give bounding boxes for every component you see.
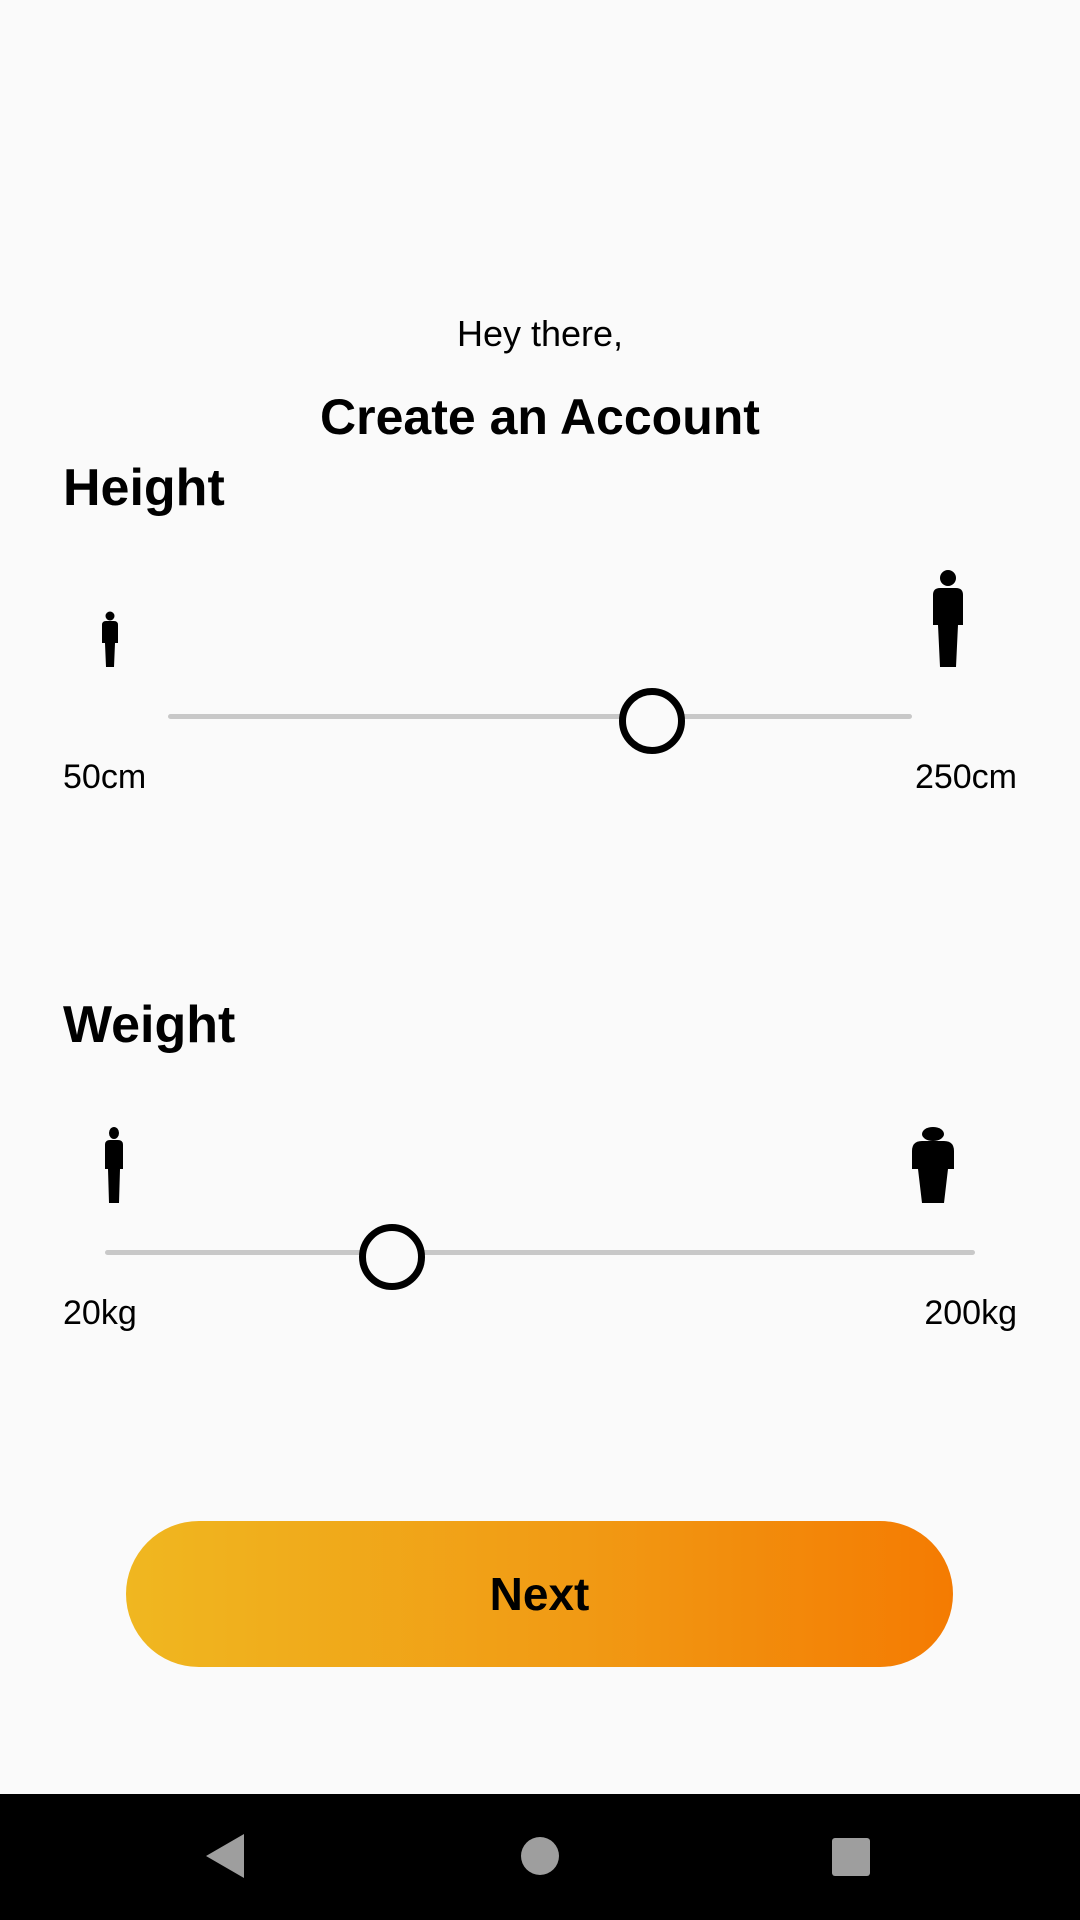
- thin-person-icon: [105, 1127, 123, 1203]
- weight-max-label: 200kg: [924, 1294, 1017, 1332]
- greeting: Hey there,: [456, 313, 624, 354]
- next-button[interactable]: Next: [126, 1521, 953, 1667]
- height-label: Height: [63, 459, 225, 517]
- weight-slider-thumb[interactable]: [359, 1224, 426, 1290]
- tall-person-icon: [933, 570, 963, 667]
- weight-label: Weight: [63, 996, 236, 1054]
- recents-icon[interactable]: [832, 1838, 870, 1876]
- weight-min-label: 20kg: [63, 1294, 137, 1332]
- weight-slider-track[interactable]: [105, 1250, 975, 1255]
- height-max-label: 250cm: [914, 758, 1017, 796]
- short-person-icon: [102, 611, 118, 667]
- page-title: Create an Account: [320, 389, 760, 445]
- height-min-label: 50cm: [63, 758, 147, 796]
- height-slider-thumb[interactable]: [618, 688, 685, 754]
- home-icon[interactable]: [521, 1837, 559, 1875]
- height-slider-track[interactable]: [168, 714, 912, 719]
- navigation-bar: [0, 1794, 1080, 1920]
- heavy-person-icon: [912, 1127, 954, 1203]
- back-icon[interactable]: [206, 1834, 244, 1878]
- next-button-label: Next: [489, 1568, 590, 1620]
